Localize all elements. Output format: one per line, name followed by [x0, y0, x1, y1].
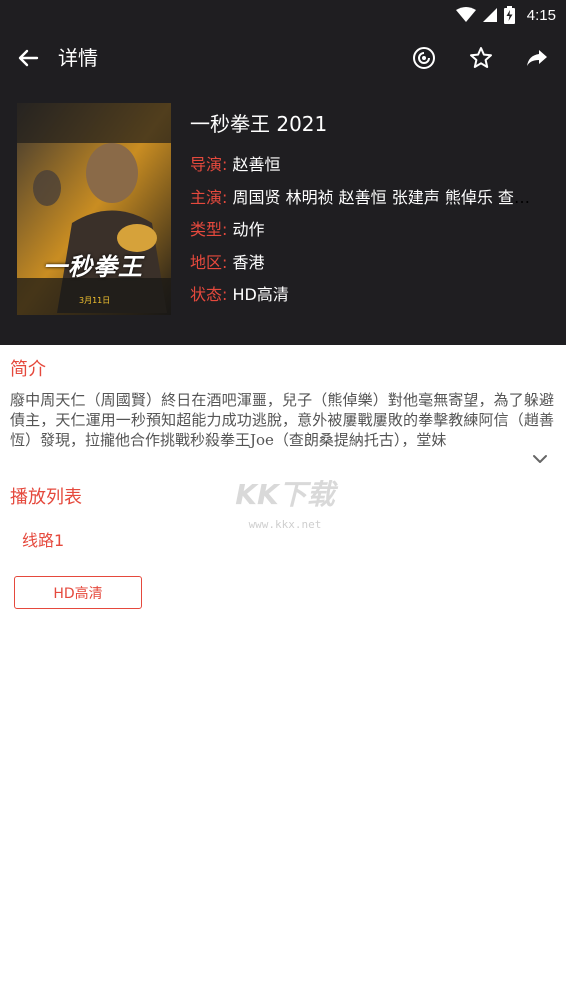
- expand-intro-button[interactable]: [530, 450, 550, 468]
- region-label: 地区:: [190, 253, 228, 272]
- poster-title: 一秒拳王: [43, 253, 143, 281]
- favorite-button[interactable]: [466, 43, 496, 73]
- status-icons: 4:15: [455, 4, 556, 26]
- status-value: HD高清: [232, 285, 289, 304]
- episode-button[interactable]: HD高清: [14, 576, 142, 609]
- movie-title: 一秒拳王 2021: [190, 112, 328, 136]
- genre-label: 类型:: [190, 220, 228, 239]
- cast-value: 周国贤 林明祯 赵善恒 张建声 熊倬乐 查朗桑提纳托古: [232, 188, 541, 207]
- watermark: KK下载 www.kkx.net: [224, 478, 346, 534]
- share-button[interactable]: [522, 43, 552, 73]
- spiral-icon: [413, 47, 435, 69]
- arrow-back-icon: [18, 49, 39, 67]
- status-time: 4:15: [526, 6, 556, 24]
- cast-label: 主演:: [190, 188, 228, 207]
- cast-row: 主演: 周国贤 林明祯 赵善恒 张建声 熊倬乐 查朗桑提纳托古: [190, 187, 540, 209]
- intro-text: 廢中周天仁（周國賢）終日在酒吧渾噩，兒子（熊倬樂）對他毫無寄望，為了躲避債主，天…: [10, 391, 554, 449]
- region-value: 香港: [232, 253, 265, 272]
- back-button[interactable]: [14, 44, 42, 72]
- tab-line-1[interactable]: 线路1: [22, 530, 64, 552]
- poster-image[interactable]: 一秒拳王 3月11日: [17, 103, 171, 315]
- status-bar: 4:15: [0, 0, 566, 30]
- genre-value: 动作: [232, 220, 265, 239]
- watermark-url: www.kkx.net: [248, 518, 322, 531]
- poster-date: 3月11日: [79, 296, 111, 305]
- status-label: 状态:: [190, 285, 228, 304]
- movie-header: 一秒拳王 3月11日 一秒拳王 2021 导演: 赵善恒 主演: 周国贤 林明祯…: [0, 86, 566, 345]
- region-row: 地区: 香港: [190, 252, 540, 274]
- director-row: 导演: 赵善恒: [190, 154, 540, 176]
- director-value: 赵善恒: [232, 155, 281, 174]
- chevron-down-icon: [533, 455, 547, 463]
- cast-button[interactable]: [409, 43, 439, 73]
- signal-icon: [482, 8, 497, 22]
- wifi-icon: [455, 7, 476, 22]
- playlist-heading: 播放列表: [10, 487, 82, 508]
- status-row: 状态: HD高清: [190, 284, 540, 306]
- page-title: 详情: [58, 46, 98, 70]
- share-icon: [527, 50, 547, 66]
- intro-heading: 简介: [10, 359, 46, 380]
- battery-charging-icon: [503, 6, 515, 24]
- genre-row: 类型: 动作: [190, 219, 540, 241]
- app-bar: 详情: [0, 30, 566, 86]
- watermark-logo: KK下载: [235, 478, 335, 511]
- star-icon: [470, 47, 492, 68]
- director-label: 导演:: [190, 155, 228, 174]
